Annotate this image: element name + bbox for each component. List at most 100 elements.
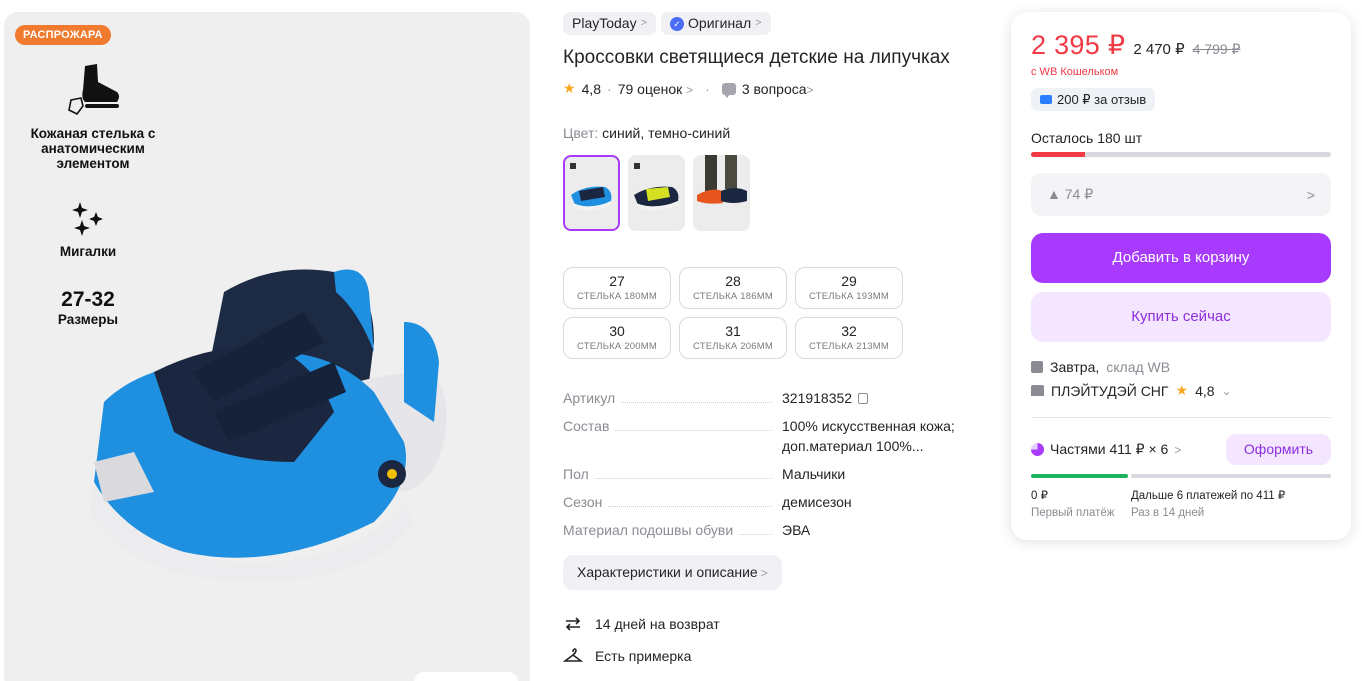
property-value: Мальчики — [782, 466, 846, 482]
size-number: 30 — [609, 323, 625, 339]
feature-insole-label: Кожаная стелька с анатомическим элементо… — [30, 126, 156, 171]
question-bubble-icon — [721, 82, 736, 98]
property-row: Сезон демисезон — [563, 492, 983, 512]
stock-count: Осталось 180 шт — [1031, 130, 1143, 146]
size-option[interactable]: 30 СТЕЛЬКА 200ММ — [563, 317, 671, 359]
payment-schedule-bars — [1031, 474, 1331, 478]
size-insole: СТЕЛЬКА 180ММ — [577, 291, 657, 302]
size-option[interactable]: 28 СТЕЛЬКА 186ММ — [679, 267, 787, 309]
product-title: Кроссовки светящиеся детские на липучках — [563, 47, 950, 68]
characteristics-button[interactable]: Характеристики и описание > — [563, 555, 782, 590]
perk-return: 14 дней на возврат — [563, 615, 720, 633]
original-chip[interactable]: ✓ Оригинал > — [661, 12, 771, 35]
variant-photo — [570, 163, 612, 211]
installment-label: Частями 411 ₽ × 6 — [1050, 441, 1169, 457]
size-option[interactable]: 32 СТЕЛЬКА 213ММ — [795, 317, 903, 359]
seller-info[interactable]: ПЛЭЙТУДЭЙ СНГ ★ 4,8 ⌄ — [1031, 382, 1232, 399]
stock-bar — [1031, 152, 1331, 157]
color-label-key: Цвет: — [563, 125, 599, 141]
seller-name: ПЛЭЙТУДЭЙ СНГ — [1051, 382, 1169, 399]
property-row: Материал подошвы обуви ЭВА — [563, 520, 983, 540]
next-payments: Дальше 6 платежей по 411 ₽ Раз в 14 дней — [1131, 488, 1285, 522]
chevron-right-icon: > — [755, 17, 762, 29]
price-drop-value: ▲ 74 ₽ — [1047, 186, 1094, 202]
buy-now-button[interactable]: Купить сейчас — [1031, 292, 1331, 342]
property-key: Пол — [563, 466, 589, 482]
property-row: Артикул 321918352 — [563, 388, 983, 408]
boot-icon — [68, 64, 119, 116]
color-label-value: синий, темно-синий — [602, 125, 731, 141]
first-payment: 0 ₽ Первый платёж — [1031, 488, 1115, 522]
characteristics-button-label: Характеристики и описание — [577, 564, 758, 580]
star-icon: ★ — [563, 80, 576, 96]
seller-rating: 4,8 — [1195, 382, 1215, 399]
property-key: Сезон — [563, 494, 603, 510]
reviews-count: 79 оценок — [617, 80, 683, 97]
size-number: 27 — [609, 273, 625, 289]
price-current: 2 395 ₽ — [1031, 30, 1126, 60]
size-number: 28 — [725, 273, 741, 289]
color-variants — [563, 155, 750, 231]
chevron-down-icon: ⌄ — [1221, 383, 1232, 398]
gallery-fullscreen-button[interactable] — [414, 672, 518, 681]
color-variant-yellow[interactable] — [628, 155, 685, 231]
size-option[interactable]: 29 СТЕЛЬКА 193ММ — [795, 267, 903, 309]
variant-photo — [634, 163, 679, 211]
delivery-info: Завтра, склад WB — [1031, 359, 1170, 375]
wallet-icon — [1040, 95, 1052, 104]
feature-lights: Мигалки — [38, 200, 138, 259]
color-variant-orange[interactable] — [693, 155, 750, 231]
first-payment-amount: 0 ₽ — [1031, 490, 1048, 502]
first-payment-label: Первый платёж — [1031, 507, 1115, 519]
size-option[interactable]: 27 СТЕЛЬКА 180ММ — [563, 267, 671, 309]
variant-photo — [697, 155, 747, 204]
return-arrows-icon — [565, 617, 581, 631]
box-icon — [1031, 361, 1043, 373]
price-without-wallet: 2 470 ₽ — [1133, 41, 1185, 58]
property-value: 100% искусственная кожа; доп.материал 10… — [782, 418, 955, 454]
perk-fitting-label: Есть примерка — [595, 648, 692, 664]
sale-badge: РАСПРОЖАРА — [15, 25, 111, 45]
copy-icon[interactable] — [858, 393, 869, 404]
article-number: 321918352 — [782, 390, 853, 406]
product-properties: Артикул 321918352 Состав 100% искусствен… — [563, 388, 983, 548]
chevron-right-icon: > — [806, 82, 814, 97]
next-payments-label: Раз в 14 дней — [1131, 507, 1205, 519]
separator-dot: · — [607, 80, 612, 97]
size-insole: СТЕЛЬКА 213ММ — [809, 341, 889, 352]
price-old: 4 799 ₽ — [1192, 41, 1241, 57]
size-insole: СТЕЛЬКА 200ММ — [577, 341, 657, 352]
separator-dot: · — [705, 80, 710, 97]
price-drop-row[interactable]: ▲ 74 ₽ > — [1031, 173, 1331, 216]
payment-bar-first — [1031, 474, 1128, 478]
size-number: 29 — [841, 273, 857, 289]
price-card: 2 395 ₽ 2 470 ₽ 4 799 ₽ с WB Кошельком 2… — [1011, 12, 1351, 540]
size-insole: СТЕЛЬКА 206ММ — [693, 341, 773, 352]
perk-return-label: 14 дней на возврат — [595, 616, 720, 632]
star-icon: ★ — [1175, 382, 1189, 398]
color-variant-blue[interactable] — [563, 155, 620, 231]
questions-link[interactable]: 3 вопроса> — [742, 81, 814, 97]
add-to-cart-button[interactable]: Добавить в корзину — [1031, 233, 1331, 283]
chevron-right-icon: > — [1174, 442, 1182, 457]
review-bonus-badge[interactable]: 200 ₽ за отзыв — [1031, 88, 1156, 111]
installment-link[interactable]: Частями 411 ₽ × 6 > — [1031, 441, 1181, 458]
review-bonus-label: 200 ₽ за отзыв — [1057, 92, 1147, 107]
reviews-link[interactable]: 79 оценок > — [618, 81, 693, 97]
rating-row: ★ 4,8 · 79 оценок > · 3 вопроса> — [563, 80, 814, 98]
pie-chart-icon — [1031, 443, 1044, 456]
color-label: Цвет: синий, темно-синий — [563, 125, 730, 141]
delivery-day: Завтра, — [1050, 359, 1100, 375]
rating-value: 4,8 — [581, 80, 602, 97]
original-chip-label: Оригинал — [688, 15, 752, 31]
order-installment-button[interactable]: Оформить — [1226, 434, 1331, 465]
size-option[interactable]: 31 СТЕЛЬКА 206ММ — [679, 317, 787, 359]
brand-chip[interactable]: PlayToday > — [563, 12, 657, 35]
product-gallery[interactable]: РАСПРОЖАРА Кожаная стелька с анатомическ… — [4, 12, 530, 681]
wallet-note: с WB Кошельком — [1031, 66, 1119, 78]
verified-check-icon: ✓ — [670, 16, 685, 31]
property-key: Материал подошвы обуви — [563, 522, 734, 538]
size-insole: СТЕЛЬКА 193ММ — [809, 291, 889, 302]
chevron-right-icon: > — [1306, 186, 1315, 203]
size-number: 31 — [725, 323, 741, 339]
